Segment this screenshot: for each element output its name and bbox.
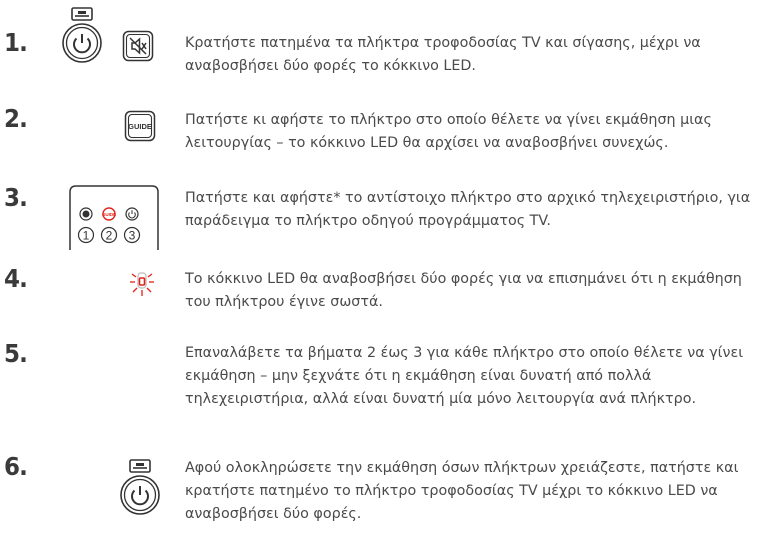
- tv-power-button-icon: [118, 458, 162, 520]
- step-number: 6.: [4, 452, 28, 481]
- mute-button-icon: [122, 30, 154, 62]
- step-text: Αφού ολοκληρώσετε την εκμάθηση όσων πλήκ…: [185, 460, 739, 522]
- digit-1: 1: [83, 229, 90, 243]
- guide-button-label: GUIDE: [128, 122, 152, 131]
- guide-button-icon: GUIDE: [124, 110, 156, 142]
- blinking-led-icon: [128, 268, 156, 300]
- tv-power-button-icon: [60, 6, 104, 68]
- step-text: Επαναλάβετε τα βήματα 2 έως 3 για κάθε π…: [185, 345, 744, 407]
- step-text: Το κόκκινο LED θα αναβοσβήσει δύο φορές …: [185, 271, 742, 310]
- step-text: Κρατήστε πατημένα τα πλήκτρα τροφοδοσίας…: [185, 35, 701, 74]
- digit-2: 2: [106, 229, 113, 243]
- step-number: 3.: [4, 183, 28, 212]
- step-number: 5.: [4, 339, 28, 368]
- digit-3: 3: [129, 229, 136, 243]
- step-number: 2.: [4, 104, 28, 133]
- step-number: 1.: [4, 28, 28, 57]
- original-guide-label: GUIDE: [102, 212, 116, 217]
- step-number: 4.: [4, 264, 28, 293]
- original-remote-icon: GUIDE 1 2 3: [68, 184, 160, 252]
- step-text: Πατήστε κι αφήστε το πλήκτρο στο οποίο θ…: [185, 112, 712, 151]
- step-text: Πατήστε και αφήστε* το αντίστοιχο πλήκτρ…: [185, 190, 751, 229]
